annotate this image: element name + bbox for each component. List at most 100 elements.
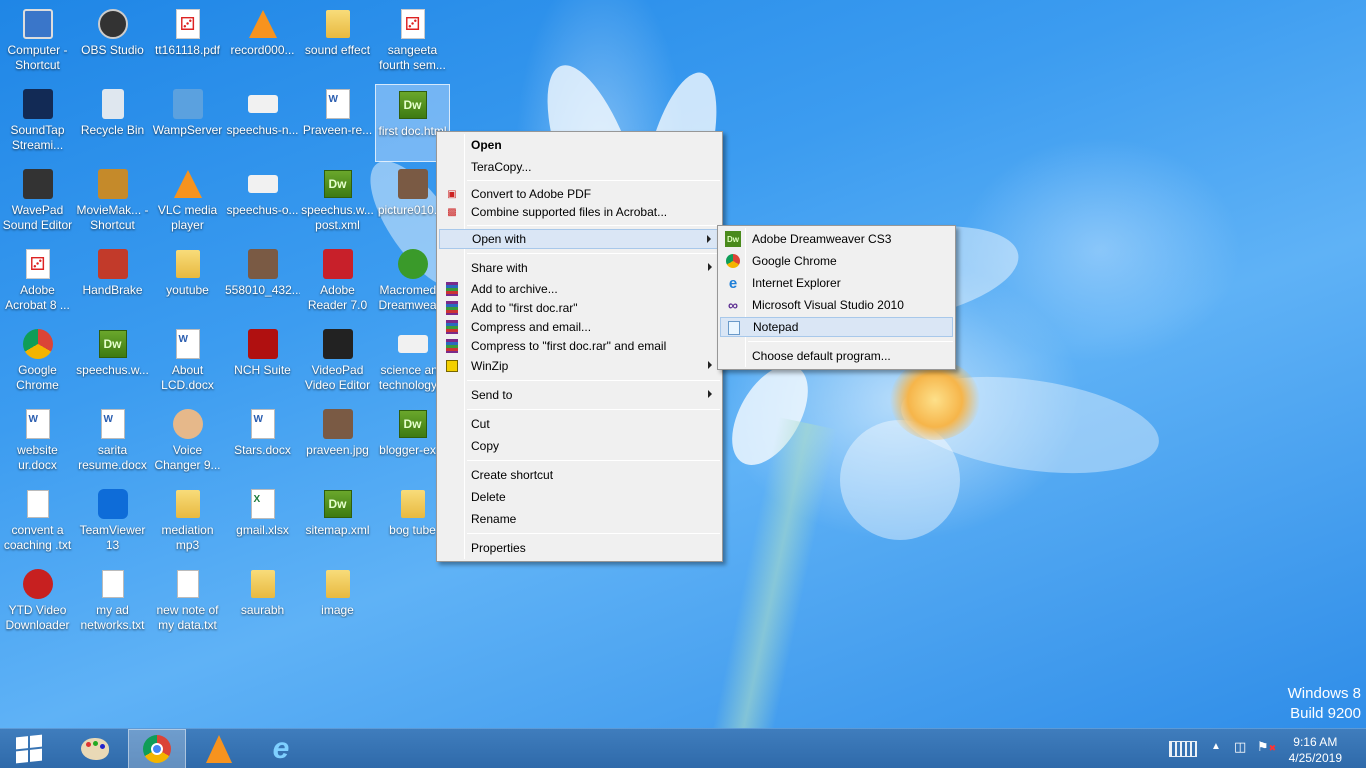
moviemaker-icon (97, 168, 129, 200)
open-with-internet-explorer[interactable]: e Internet Explorer (720, 273, 953, 293)
folder-icon (397, 488, 429, 520)
desktop-icon[interactable]: Wsarita resume.docx (75, 404, 150, 482)
submenu-arrow-icon (708, 390, 712, 398)
open-with-chrome[interactable]: Google Chrome (720, 251, 953, 271)
desktop-icon[interactable]: ⚂ tt161118.pdf (150, 4, 225, 82)
desktop-icon[interactable]: Dw speechus.w... (75, 324, 150, 402)
desktop-icon[interactable]: image (300, 564, 375, 642)
menu-item-convert-pdf[interactable]: ▣ Convert to Adobe PDF (439, 184, 720, 204)
menu-item-copy[interactable]: Copy (439, 436, 720, 456)
desktop-icon[interactable]: my ad networks.txt (75, 564, 150, 642)
taskbar-vlc[interactable] (190, 729, 248, 768)
desktop-icon[interactable]: record000... (225, 4, 300, 82)
winrar-icon (444, 338, 460, 354)
desktop-icon[interactable]: Google Chrome (0, 324, 75, 402)
start-button[interactable] (0, 729, 58, 768)
desktop-icon[interactable]: MovieMak... - Shortcut (75, 164, 150, 242)
desktop-icon-label: Google Chrome (16, 363, 59, 392)
desktop-icon[interactable]: mediation mp3 (150, 484, 225, 562)
desktop-icon[interactable]: speechus-n... (225, 84, 300, 162)
desktop-icon[interactable]: WampServer (150, 84, 225, 162)
open-with-dreamweaver[interactable]: Dw Adobe Dreamweaver CS3 (720, 229, 953, 249)
taskbar-paint[interactable] (66, 729, 124, 768)
taskbar-chrome[interactable] (128, 729, 186, 768)
desktop-icon[interactable]: Recycle Bin (75, 84, 150, 162)
menu-item-combine-acrobat[interactable]: ▩ Combine supported files in Acrobat... (439, 202, 720, 222)
desktop-icon[interactable]: Xgmail.xlsx (225, 484, 300, 562)
menu-item-send-to[interactable]: Send to (439, 385, 720, 405)
menu-item-properties[interactable]: Properties (439, 538, 720, 558)
internet-explorer-icon: e (272, 732, 290, 765)
desktop-icon[interactable]: NCH Suite (225, 324, 300, 402)
desktop-icon[interactable]: youtube (150, 244, 225, 322)
desktop-icon[interactable]: ⚂ Adobe Acrobat 8 ... (0, 244, 75, 322)
desktop-icon[interactable]: ⚂ sangeeta fourth sem... (375, 4, 450, 82)
desktop-icon[interactable]: W About LCD.docx (150, 324, 225, 402)
desktop-icon[interactable]: convent a coaching .txt (0, 484, 75, 562)
watermark-os-name: Windows 8 (1287, 685, 1361, 702)
open-with-choose-default[interactable]: Choose default program... (720, 346, 953, 366)
desktop-icon[interactable]: Computer - Shortcut (0, 4, 75, 82)
desktop-icon[interactable]: WavePad Sound Editor (0, 164, 75, 242)
desktop-icon[interactable]: speechus-o... (225, 164, 300, 242)
watermark-build: Build 9200 (1290, 705, 1361, 722)
menu-item-add-rar[interactable]: Add to "first doc.rar" (439, 298, 720, 318)
power-plug-icon[interactable]: ◫ (1234, 739, 1246, 755)
menu-item-teracopy[interactable]: TeraCopy... (439, 157, 720, 177)
menu-item-compress-rar-email[interactable]: Compress to "first doc.rar" and email (439, 336, 720, 356)
touch-keyboard-icon[interactable] (1169, 741, 1197, 757)
dreamweaver-icon: Dw (397, 408, 429, 440)
desktop-icon[interactable]: Wwebsite ur.docx (0, 404, 75, 482)
ytd-icon (22, 568, 54, 600)
desktop-icon[interactable]: Adobe Reader 7.0 (300, 244, 375, 322)
desktop-icon[interactable]: Voice Changer 9... (150, 404, 225, 482)
desktop-icon-label: sound effect (304, 43, 371, 57)
desktop-icon-label: youtube (166, 283, 209, 297)
taskbar-clock[interactable]: 9:16 AM 4/25/2019 (1289, 734, 1342, 766)
menu-item-rename[interactable]: Rename (439, 509, 720, 529)
menu-item-open-with[interactable]: Open with (439, 229, 720, 249)
winrar-icon (444, 319, 460, 335)
desktop-icon[interactable]: Dw speechus.w... post.xml (300, 164, 375, 242)
menu-item-share-with[interactable]: Share with (439, 258, 720, 278)
desktop-icon[interactable]: praveen.jpg (300, 404, 375, 482)
desktop-icon-label: speechus-o... (226, 203, 299, 217)
desktop-icon[interactable]: TeamViewer 13 (75, 484, 150, 562)
document-icon: W (247, 408, 279, 440)
desktop-icon[interactable]: YTD Video Downloader (0, 564, 75, 642)
recycle-bin-icon (97, 88, 129, 120)
windows-build-watermark: Windows 8 Build 9200 (1288, 684, 1361, 724)
desktop-icon[interactable]: sound effect (300, 4, 375, 82)
internet-explorer-icon: e (728, 274, 738, 292)
desktop-icon[interactable]: 558010_432... (225, 244, 300, 322)
desktop-icon[interactable]: VLC media player (150, 164, 225, 242)
menu-item-winzip[interactable]: WinZip (439, 356, 720, 376)
desktop-icon[interactable]: SoundTap Streami... (0, 84, 75, 162)
desktop-icon[interactable]: W Stars.docx (225, 404, 300, 482)
menu-item-create-shortcut[interactable]: Create shortcut (439, 465, 720, 485)
desktop-icon[interactable]: saurabh (225, 564, 300, 642)
desktop-icon[interactable]: W Praveen-re... (300, 84, 375, 162)
open-with-visual-studio[interactable]: ∞ Microsoft Visual Studio 2010 (720, 295, 953, 315)
show-hidden-icons-arrow[interactable]: ▲ (1211, 741, 1221, 752)
desktop-icon[interactable]: VideoPad Video Editor (300, 324, 375, 402)
winzip-icon (444, 358, 460, 374)
desktop-icon[interactable]: OBS Studio (75, 4, 150, 82)
desktop-icon-label: Recycle Bin (80, 123, 145, 137)
desktop-icon[interactable]: Dw sitemap.xml (300, 484, 375, 562)
desktop-icon-label: speechus.w... (76, 363, 149, 377)
dreamweaver-icon: Dw (97, 328, 129, 360)
open-with-notepad[interactable]: Notepad (720, 317, 953, 337)
action-center-flag-icon[interactable]: ⚑✖ (1257, 739, 1276, 755)
menu-item-add-archive[interactable]: Add to archive... (439, 279, 720, 299)
menu-item-delete[interactable]: Delete (439, 487, 720, 507)
menu-item-compress-email[interactable]: Compress and email... (439, 317, 720, 337)
menu-item-open[interactable]: Open (439, 135, 720, 155)
visual-studio-icon: ∞ (728, 297, 738, 313)
chrome-icon (725, 253, 741, 269)
menu-item-cut[interactable]: Cut (439, 414, 720, 434)
desktop-icon[interactable]: new note of my data.txt (150, 564, 225, 642)
desktop-icon[interactable]: HandBrake (75, 244, 150, 322)
desktop-icon-label: Voice Changer 9... (154, 443, 221, 472)
taskbar-internet-explorer[interactable]: e (252, 729, 310, 768)
